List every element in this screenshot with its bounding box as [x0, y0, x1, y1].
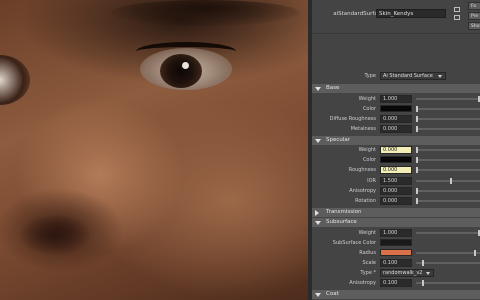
expand-arrow-icon: [315, 293, 321, 297]
chevron-down-icon: [438, 75, 442, 78]
rotation-field[interactable]: 0.000: [380, 197, 412, 205]
sss-anisotropy-row: Anisotropy 0.100: [312, 279, 480, 288]
expand-arrow-icon: [315, 139, 321, 143]
slider-handle[interactable]: [416, 126, 418, 132]
rotation-slider[interactable]: [416, 198, 480, 204]
attribute-editor: aiStandardSurface: Skin_Kendys Fo Pre Sh…: [312, 0, 480, 300]
sss-anisotropy-field[interactable]: 0.100: [380, 279, 412, 287]
slider-handle[interactable]: [416, 157, 418, 163]
slider-handle[interactable]: [416, 147, 418, 153]
sss-anisotropy-slider[interactable]: [416, 280, 480, 286]
sss-type-row: Type * randomwalk_v2: [312, 269, 480, 278]
section-specular[interactable]: Specular: [312, 136, 480, 145]
spec-color-swatch[interactable]: [380, 156, 412, 163]
eyebrow-shading: [110, 0, 300, 26]
base-weight-row: Weight 1.000: [312, 95, 480, 104]
show-button[interactable]: Show: [468, 22, 480, 30]
base-weight-slider[interactable]: [416, 96, 480, 102]
slider-handle[interactable]: [450, 178, 452, 184]
slider-handle[interactable]: [422, 280, 424, 286]
radius-color-swatch[interactable]: [380, 249, 412, 256]
spec-weight-field[interactable]: 0.000: [380, 146, 412, 154]
spec-weight-slider[interactable]: [416, 147, 480, 153]
chevron-down-icon: [426, 272, 430, 275]
type-row: Type Ai Standard Surface: [312, 72, 480, 81]
ior-field[interactable]: 1.500: [380, 177, 412, 185]
focus-button[interactable]: Fo: [468, 2, 480, 10]
sss-scale-field[interactable]: 0.100: [380, 259, 412, 267]
base-weight-field[interactable]: 1.000: [380, 95, 412, 103]
shader-name-field[interactable]: Skin_Kendys: [376, 9, 446, 18]
spec-anisotropy-row: Anisotropy 0.000: [312, 187, 480, 196]
expand-arrow-icon: [315, 221, 321, 225]
presets-button[interactable]: Pre: [468, 12, 480, 20]
spec-anisotropy-field[interactable]: 0.000: [380, 187, 412, 195]
ior-slider[interactable]: [416, 178, 480, 184]
sss-color-swatch[interactable]: [380, 239, 412, 246]
sss-type-dropdown[interactable]: randomwalk_v2: [380, 269, 434, 277]
slider-handle[interactable]: [416, 198, 418, 204]
radius-slider[interactable]: [416, 250, 480, 256]
rotation-row: Rotation 0.000: [312, 197, 480, 206]
collapsed-arrow-icon: [315, 210, 319, 216]
left-eye-partial: [0, 55, 30, 105]
sss-scale-row: Scale 0.100: [312, 259, 480, 268]
render-viewport[interactable]: [0, 0, 308, 300]
spec-color-row: Color: [312, 156, 480, 165]
metalness-field[interactable]: 0.000: [380, 125, 412, 133]
sss-weight-slider[interactable]: [416, 230, 480, 236]
expand-arrow-icon: [315, 87, 321, 91]
spec-anisotropy-slider[interactable]: [416, 188, 480, 194]
type-dropdown[interactable]: Ai Standard Surface: [380, 72, 446, 80]
diffuse-roughness-slider[interactable]: [416, 116, 480, 122]
sss-weight-field[interactable]: 1.000: [380, 229, 412, 237]
ior-row: IOR 1.500: [312, 177, 480, 186]
spec-color-slider[interactable]: [416, 157, 480, 163]
base-color-row: Color: [312, 105, 480, 114]
slider-handle[interactable]: [416, 188, 418, 194]
sss-weight-row: Weight 1.000: [312, 229, 480, 238]
diffuse-roughness-field[interactable]: 0.000: [380, 115, 412, 123]
base-color-swatch[interactable]: [380, 105, 412, 112]
section-transmission[interactable]: Transmission: [312, 208, 480, 217]
base-color-slider[interactable]: [416, 106, 480, 112]
slider-handle[interactable]: [422, 260, 424, 266]
slider-handle[interactable]: [416, 106, 418, 112]
spec-roughness-slider[interactable]: [416, 167, 480, 173]
eye-highlight: [182, 62, 189, 69]
section-subsurface[interactable]: Subsurface: [312, 218, 480, 227]
section-base[interactable]: Base: [312, 84, 480, 93]
diffuse-roughness-row: Diffuse Roughness 0.000: [312, 115, 480, 124]
metalness-row: Metalness 0.000: [312, 125, 480, 134]
slider-handle[interactable]: [474, 250, 476, 256]
slider-handle[interactable]: [416, 167, 418, 173]
section-coat[interactable]: Coat: [312, 290, 480, 299]
sss-color-row: SubSurface Color: [312, 239, 480, 248]
focus-icon[interactable]: [454, 7, 460, 12]
sss-scale-slider[interactable]: [416, 260, 480, 266]
slider-handle[interactable]: [416, 116, 418, 122]
type-label: Type: [364, 73, 376, 79]
spec-roughness-field[interactable]: 0.000: [380, 166, 412, 174]
spec-roughness-row: Roughness 0.000: [312, 166, 480, 175]
metalness-slider[interactable]: [416, 126, 480, 132]
header-divider: [312, 33, 480, 34]
eyelash-line: [136, 42, 236, 61]
nostril-shadow: [20, 215, 90, 255]
radius-row: Radius: [312, 249, 480, 258]
spec-weight-row: Weight 0.000: [312, 146, 480, 155]
presets-icon[interactable]: [454, 15, 460, 20]
